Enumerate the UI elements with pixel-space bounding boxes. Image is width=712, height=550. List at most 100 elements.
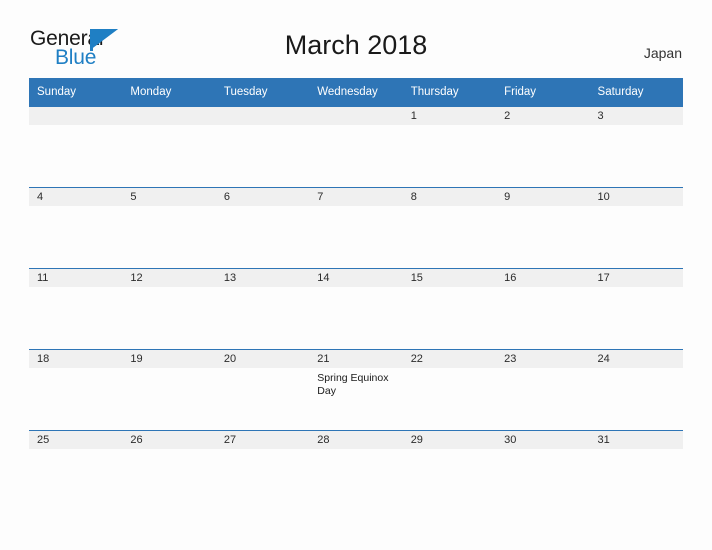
calendar-day-cell[interactable]: 23 <box>496 349 590 430</box>
day-cell-inner: 19 <box>122 349 216 430</box>
calendar-day-cell[interactable] <box>215 106 310 187</box>
calendar-day-cell[interactable]: 11 <box>29 268 123 349</box>
day-number: 4 <box>37 191 44 203</box>
day-number: 21 <box>317 353 330 365</box>
day-cell-inner <box>122 106 216 187</box>
day-number: 17 <box>597 272 610 284</box>
day-number: 26 <box>130 434 143 446</box>
day-cell-inner: 13 <box>215 268 310 349</box>
calendar-day-cell[interactable]: 28 <box>309 430 403 511</box>
day-number: 31 <box>597 434 610 446</box>
calendar-day-cell[interactable]: 18 <box>29 349 123 430</box>
calendar-day-cell[interactable]: 7 <box>309 187 403 268</box>
day-cell-inner: 11 <box>29 268 123 349</box>
day-number: 13 <box>223 272 237 284</box>
day-number: 29 <box>410 434 423 446</box>
day-cell-inner: 10 <box>589 187 683 268</box>
day-number: 22 <box>410 353 423 365</box>
calendar-day-cell[interactable]: 27 <box>215 430 310 511</box>
day-events: Spring Equinox Day <box>317 372 398 398</box>
calendar-day-cell[interactable]: 21 Spring Equinox Day <box>309 349 403 430</box>
day-cell-inner: 30 <box>496 430 590 511</box>
calendar-week-row: 4 5 6 7 8 9 10 <box>29 187 683 268</box>
calendar-day-cell[interactable]: 15 <box>402 268 497 349</box>
day-number-band <box>309 106 403 125</box>
page-title: March 2018 <box>284 30 428 60</box>
day-cell-inner: 5 <box>122 187 216 268</box>
day-number-band <box>215 106 310 125</box>
calendar-day-cell[interactable]: 5 <box>122 187 216 268</box>
calendar-day-cell[interactable]: 24 <box>589 349 683 430</box>
calendar-day-cell[interactable]: 17 <box>589 268 683 349</box>
day-number: 12 <box>130 272 143 284</box>
calendar-week-row: 11 12 13 14 15 16 17 <box>29 268 683 349</box>
day-cell-inner: 20 <box>215 349 310 430</box>
weekday-header-row: Sunday Monday Tuesday Wednesday Thursday… <box>29 78 683 106</box>
day-cell-inner: 28 <box>309 430 403 511</box>
day-cell-inner: 25 <box>29 430 123 511</box>
day-cell-inner: 16 <box>496 268 590 349</box>
calendar-day-cell[interactable]: 14 <box>309 268 403 349</box>
day-cell-inner: 26 <box>122 430 216 511</box>
calendar-day-cell[interactable]: 8 <box>402 187 497 268</box>
day-cell-inner: 24 <box>589 349 683 430</box>
calendar-day-cell[interactable]: 6 <box>215 187 310 268</box>
day-cell-inner: 14 <box>309 268 403 349</box>
calendar-week-row: 25 26 27 28 29 30 31 <box>29 430 683 511</box>
weekday-header-saturday: Saturday <box>589 78 683 106</box>
weekday-header-friday: Friday <box>496 78 590 106</box>
day-cell-inner <box>215 106 310 187</box>
calendar-day-cell[interactable]: 30 <box>496 430 590 511</box>
day-number: 23 <box>504 353 517 365</box>
day-cell-inner: 22 <box>402 349 497 430</box>
calendar-week-row: 1 2 3 <box>29 106 683 187</box>
day-cell-inner: 3 <box>589 106 683 187</box>
day-cell-inner: 4 <box>29 187 123 268</box>
calendar-day-cell[interactable]: 12 <box>122 268 216 349</box>
calendar-day-cell[interactable]: 4 <box>29 187 123 268</box>
holiday-event: Spring Equinox Day <box>317 372 389 397</box>
calendar-day-cell[interactable]: 26 <box>122 430 216 511</box>
calendar-day-cell[interactable]: 3 <box>589 106 683 187</box>
day-number: 2 <box>504 110 511 122</box>
day-number: 6 <box>223 191 230 203</box>
day-cell-inner: 31 <box>589 430 683 511</box>
calendar-day-cell[interactable]: 31 <box>589 430 683 511</box>
country-label: Japan <box>643 45 682 61</box>
calendar-day-cell[interactable]: 25 <box>29 430 123 511</box>
day-number: 10 <box>597 191 610 203</box>
day-cell-inner: 8 <box>402 187 497 268</box>
calendar-day-cell[interactable]: 2 <box>496 106 590 187</box>
calendar-day-cell[interactable]: 13 <box>215 268 310 349</box>
calendar-day-cell[interactable]: 16 <box>496 268 590 349</box>
day-number: 27 <box>223 434 237 446</box>
day-cell-inner <box>309 106 403 187</box>
calendar-day-cell[interactable] <box>309 106 403 187</box>
calendar-day-cell[interactable]: 10 <box>589 187 683 268</box>
day-cell-inner: 1 <box>402 106 497 187</box>
calendar-day-cell[interactable]: 29 <box>402 430 497 511</box>
day-cell-inner: 6 <box>215 187 310 268</box>
weekday-header-thursday: Thursday <box>402 78 497 106</box>
calendar-day-cell[interactable] <box>122 106 216 187</box>
day-number: 8 <box>410 191 417 203</box>
day-number: 24 <box>597 353 610 365</box>
day-number: 30 <box>504 434 517 446</box>
calendar-day-cell[interactable]: 20 <box>215 349 310 430</box>
day-cell-inner: 15 <box>402 268 497 349</box>
calendar-day-cell[interactable]: 1 <box>402 106 497 187</box>
day-number: 19 <box>130 353 143 365</box>
day-cell-inner: 7 <box>309 187 403 268</box>
calendar-day-cell[interactable]: 22 <box>402 349 497 430</box>
calendar-day-cell[interactable]: 19 <box>122 349 216 430</box>
day-number: 25 <box>37 434 50 446</box>
day-cell-inner: 12 <box>122 268 216 349</box>
calendar-week-row: 18 19 20 21 Spring Equinox Day 22 23 24 <box>29 349 683 430</box>
calendar-day-cell[interactable] <box>29 106 123 187</box>
day-cell-inner: 21 Spring Equinox Day <box>309 349 403 430</box>
calendar-day-cell[interactable]: 9 <box>496 187 590 268</box>
day-number: 11 <box>37 272 49 284</box>
day-number: 7 <box>317 191 324 203</box>
weekday-header-wednesday: Wednesday <box>309 78 403 106</box>
day-cell-inner: 29 <box>402 430 497 511</box>
